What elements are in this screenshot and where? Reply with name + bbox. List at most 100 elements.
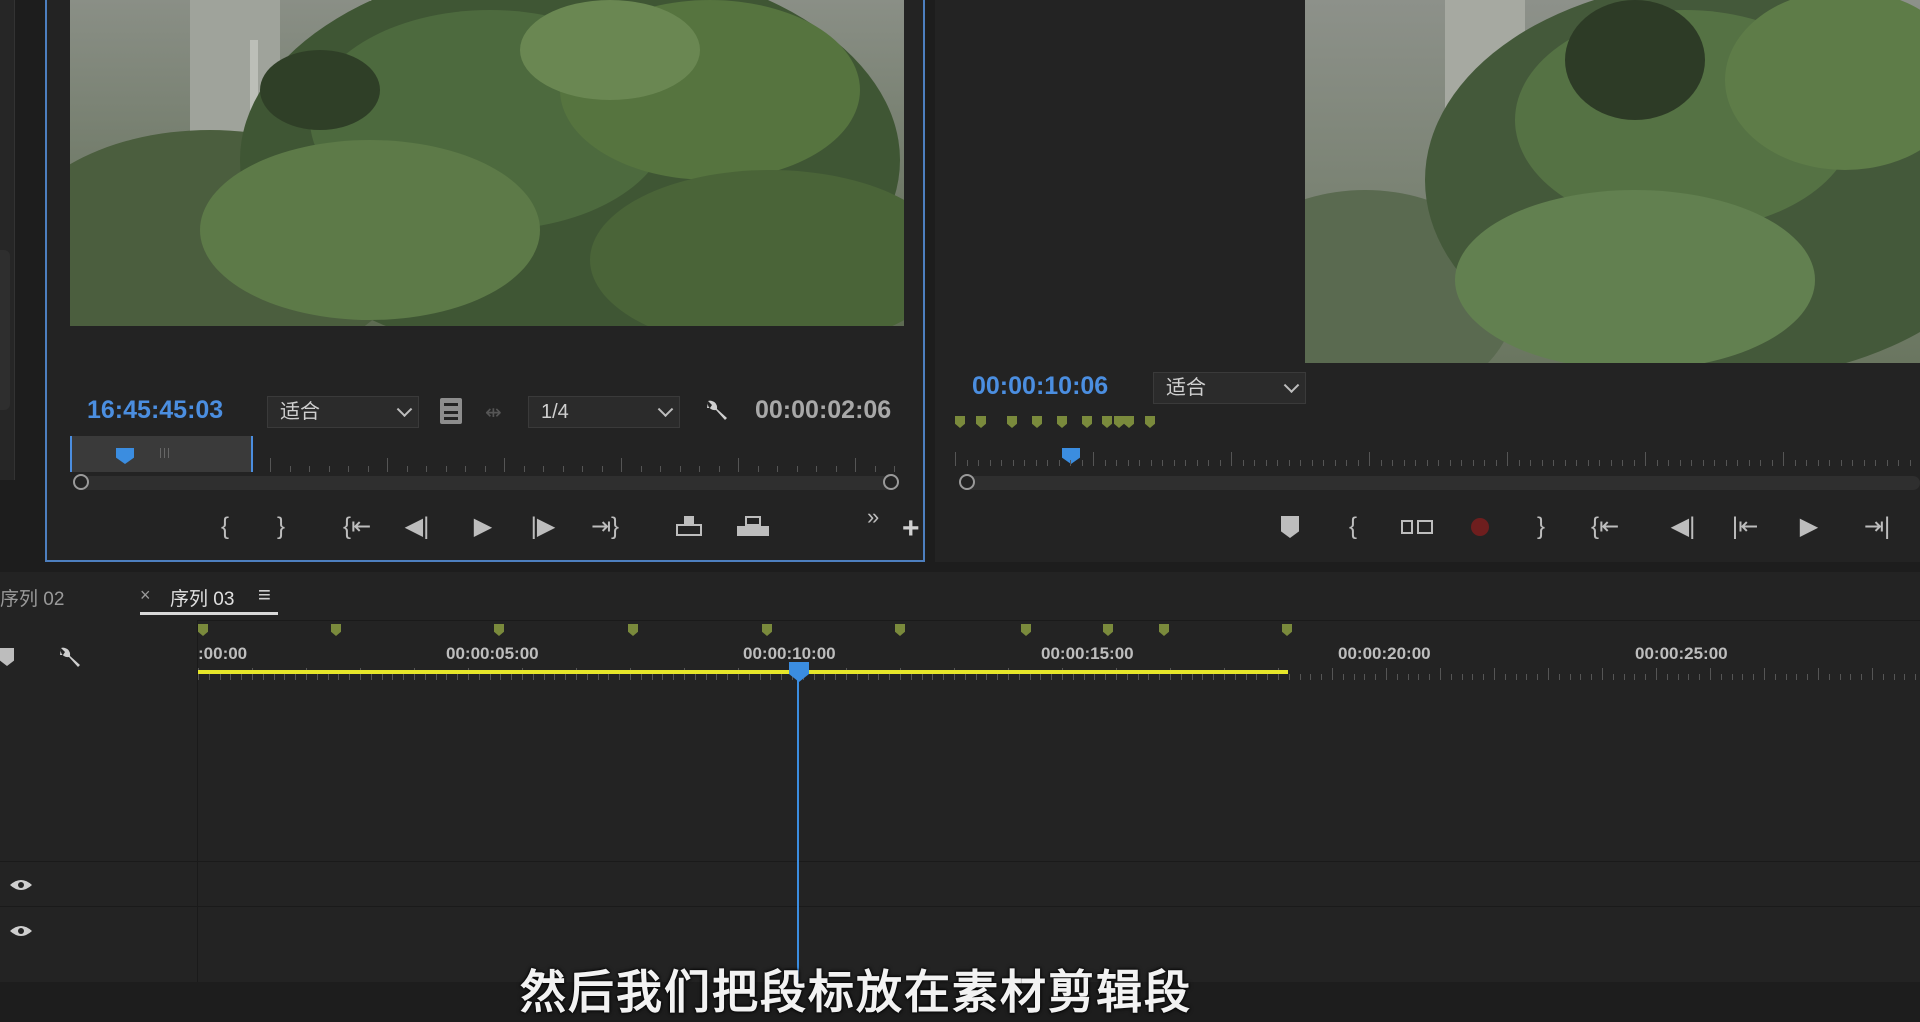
step-back-button[interactable]: ◀︎| — [399, 512, 435, 542]
source-scroll-left-handle[interactable] — [73, 474, 89, 490]
trim-button[interactable] — [1401, 518, 1433, 536]
program-scroll-left-handle[interactable] — [959, 474, 975, 490]
play-button[interactable]: ▶︎ — [465, 512, 501, 542]
wrench-icon[interactable] — [55, 644, 83, 672]
ruler-tick — [1587, 460, 1589, 466]
tab-sequence-03[interactable]: 序列 03 — [170, 584, 234, 611]
marker[interactable] — [628, 624, 638, 636]
go-to-out-button[interactable]: ⇥} — [587, 512, 623, 542]
marker[interactable] — [1159, 624, 1169, 636]
wrench-icon[interactable] — [702, 397, 730, 425]
ruler-tick — [1610, 460, 1612, 466]
panel-menu-icon[interactable]: ≡ — [258, 582, 271, 608]
marker[interactable] — [1082, 416, 1092, 428]
play-button[interactable]: ▶︎ — [1791, 512, 1827, 542]
eye-icon[interactable] — [9, 924, 33, 938]
marker[interactable] — [494, 624, 504, 636]
step-forward-button[interactable]: |▶︎ — [525, 512, 561, 542]
marker[interactable] — [1282, 624, 1292, 636]
marker[interactable] — [895, 624, 905, 636]
marker[interactable] — [1032, 416, 1042, 428]
source-timecode-duration: 00:00:02:06 — [755, 396, 892, 424]
source-zoom-select[interactable]: 适合 — [267, 396, 419, 428]
ruler-tick — [1332, 668, 1333, 680]
ruler-tick — [1794, 460, 1796, 466]
in-out-range[interactable] — [70, 436, 253, 472]
mark-in-button[interactable]: { — [1335, 512, 1371, 542]
timeline-tab-bar: 序列 02 × 序列 03 ≡ — [0, 572, 1920, 621]
program-playhead[interactable] — [1062, 448, 1080, 464]
ruler-tick — [289, 466, 291, 472]
program-time-ruler[interactable] — [955, 412, 1920, 472]
ruler-tick — [1748, 460, 1750, 466]
ruler-tick — [1553, 460, 1554, 466]
ruler-tick — [426, 466, 427, 472]
source-time-ruler[interactable] — [70, 436, 904, 472]
timeline-panel: 序列 02 × 序列 03 ≡ :00:00 00:00:05:00 00:00… — [0, 572, 1920, 1018]
go-to-in-button[interactable]: {⇤ — [339, 512, 375, 542]
ruler-tick — [1702, 460, 1704, 466]
marker[interactable] — [1021, 624, 1031, 636]
mark-out-button[interactable]: } — [1523, 512, 1559, 542]
marker[interactable] — [976, 416, 986, 428]
ruler-tick — [1760, 460, 1761, 466]
source-scroll-right-handle[interactable] — [883, 474, 899, 490]
ruler-tick — [796, 466, 798, 472]
ruler-tick — [1440, 668, 1441, 680]
marker[interactable] — [1007, 416, 1017, 428]
marker[interactable] — [1114, 416, 1124, 428]
close-icon[interactable]: × — [140, 585, 151, 606]
source-timecode-current[interactable]: 16:45:45:03 — [87, 396, 223, 425]
marker[interactable] — [955, 416, 965, 428]
marker[interactable] — [198, 624, 208, 636]
add-marker-icon[interactable] — [0, 648, 14, 666]
more-controls-icon[interactable]: » — [867, 504, 879, 530]
timeline-playhead-line[interactable] — [797, 680, 799, 982]
marker[interactable] — [1057, 416, 1067, 428]
program-zoom-scrollbar[interactable] — [963, 476, 1920, 490]
record-button[interactable] — [1471, 518, 1489, 536]
active-tab-underline — [140, 612, 278, 615]
marker[interactable] — [1102, 416, 1112, 428]
insert-button[interactable] — [672, 514, 706, 540]
marker[interactable] — [1103, 624, 1113, 636]
ruler-tick — [989, 460, 991, 466]
program-video-frame — [1305, 0, 1920, 363]
add-button-icon[interactable]: + — [902, 514, 920, 544]
ruler-tick — [1507, 452, 1508, 466]
timeline-tracks[interactable] — [198, 680, 1920, 982]
tab-sequence-02[interactable]: 序列 02 — [0, 584, 64, 611]
project-panel-edge — [0, 0, 15, 480]
ruler-tick — [1277, 460, 1278, 466]
ruler-tick — [1300, 460, 1301, 466]
ruler-tick — [955, 452, 956, 466]
mark-in-button[interactable]: { — [207, 512, 243, 542]
go-to-out-button[interactable]: ⇥| — [1859, 512, 1895, 542]
overwrite-button[interactable] — [735, 514, 771, 540]
marker[interactable] — [1145, 416, 1155, 428]
ruler-tick — [1357, 460, 1359, 466]
source-zoom-scrollbar[interactable] — [77, 476, 897, 490]
export-frame-icon[interactable] — [440, 398, 462, 424]
add-marker-button[interactable] — [1281, 516, 1299, 538]
work-area-bar[interactable] — [198, 670, 1288, 674]
video-subtitle: 然后我们把段标放在素材剪辑段 — [520, 966, 1192, 1018]
ruler-tick — [1494, 668, 1495, 680]
marker[interactable] — [331, 624, 341, 636]
timeline-ruler[interactable]: :00:00 00:00:05:00 00:00:10:00 00:00:15:… — [198, 620, 1920, 680]
go-to-previous-edit-button[interactable]: |⇤ — [1727, 512, 1763, 542]
ruler-tick — [978, 460, 979, 466]
scroll-handle[interactable] — [0, 250, 10, 410]
mark-out-button[interactable]: } — [263, 512, 299, 542]
ruler-tick — [1710, 668, 1711, 680]
ruler-tick — [1386, 668, 1387, 680]
program-zoom-select[interactable]: 适合 — [1153, 372, 1306, 404]
ruler-tick — [1548, 668, 1549, 680]
program-timecode-current[interactable]: 00:00:10:06 — [972, 372, 1108, 401]
go-to-in-button[interactable]: {⇤ — [1587, 512, 1623, 542]
source-resolution-select[interactable]: 1/4 — [528, 396, 680, 428]
marker[interactable] — [762, 624, 772, 636]
step-back-button[interactable]: ◀︎| — [1665, 512, 1701, 542]
marker[interactable] — [1124, 416, 1134, 428]
eye-icon[interactable] — [9, 878, 33, 892]
